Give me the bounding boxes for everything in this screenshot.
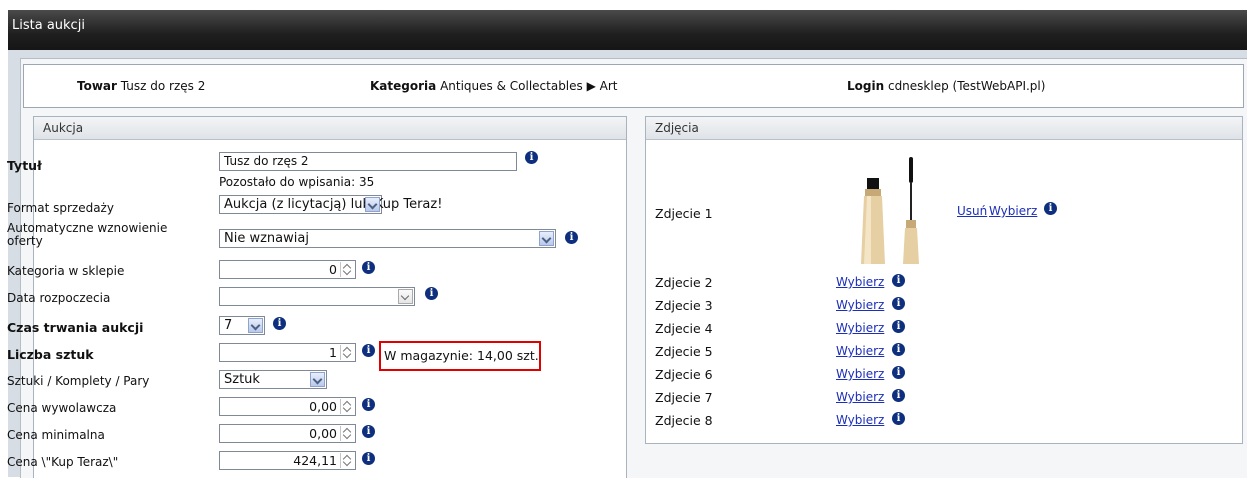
choose-photo-4-link[interactable]: Wybierz xyxy=(836,321,884,335)
window-title: Lista aukcji xyxy=(12,18,85,33)
choose-photo-6-link[interactable]: Wybierz xyxy=(836,367,884,381)
spinner-arrows-icon[interactable] xyxy=(340,426,354,441)
spinner-arrows-icon[interactable] xyxy=(340,453,354,468)
kategoria-sklep-label: Kategoria w sklepie xyxy=(7,264,125,278)
data-rozpoczecia-label: Data rozpoczecia xyxy=(7,291,111,305)
choose-photo-7-link[interactable]: Wybierz xyxy=(836,390,884,404)
sztuki-select[interactable]: Sztuk xyxy=(219,370,327,389)
data-rozpoczecia-select[interactable] xyxy=(219,287,415,306)
chevron-down-icon xyxy=(398,289,413,304)
wznowienie-select[interactable]: Nie wznawiaj xyxy=(219,229,556,248)
liczba-sztuk-stepper[interactable]: 1 xyxy=(219,343,356,362)
login-info: Login cdnesklep (TestWebAPI.pl) xyxy=(847,79,1046,93)
tytul-label: Tytuł xyxy=(7,158,42,173)
photo-label-4: Zdjecie 4 xyxy=(655,321,713,336)
summary-header: Towar Tusz do rzęs 2 Kategoria Antiques … xyxy=(23,64,1244,108)
kategoria-sklep-stepper[interactable]: 0 xyxy=(219,260,356,279)
photo-label-8: Zdjecie 8 xyxy=(655,413,713,428)
info-icon[interactable]: i xyxy=(362,452,375,465)
wznowienie-label: Automatyczne wznowienie oferty xyxy=(7,221,168,248)
photo-label-6: Zdjecie 6 xyxy=(655,367,713,382)
spinner-arrows-icon[interactable] xyxy=(340,399,354,414)
choose-photo-8-link[interactable]: Wybierz xyxy=(836,413,884,427)
product-photo-mascara xyxy=(833,152,949,267)
cena-wywolawcza-stepper[interactable]: 0,00 xyxy=(219,397,356,416)
info-icon[interactable]: i xyxy=(362,398,375,411)
info-icon[interactable]: i xyxy=(892,412,905,425)
info-icon[interactable]: i xyxy=(892,320,905,333)
info-icon[interactable]: i xyxy=(892,366,905,379)
photo-label-3: Zdjecie 3 xyxy=(655,298,713,313)
remove-photo-1-link[interactable]: Usuń xyxy=(957,204,987,218)
photo-label-5: Zdjecie 5 xyxy=(655,344,713,359)
info-icon[interactable]: i xyxy=(892,297,905,310)
tytul-input[interactable]: Tusz do rzęs 2 xyxy=(219,152,517,171)
tytul-remaining-hint: Pozostało do wpisania: 35 xyxy=(219,175,375,189)
choose-photo-5-link[interactable]: Wybierz xyxy=(836,344,884,358)
chevron-down-icon xyxy=(248,318,263,333)
cena-minimalna-label: Cena minimalna xyxy=(7,428,105,442)
cena-kup-teraz-stepper[interactable]: 424,11 xyxy=(219,451,356,470)
cena-minimalna-stepper[interactable]: 0,00 xyxy=(219,424,356,443)
chevron-down-icon xyxy=(365,197,380,212)
chevron-down-icon xyxy=(539,231,554,246)
kategoria-info: Kategoria Antiques & Collectables ▶ Art xyxy=(370,79,618,93)
info-icon[interactable]: i xyxy=(525,151,538,164)
format-select[interactable]: Aukcja (z licytacją) lub Kup Teraz! xyxy=(219,195,442,214)
choose-photo-2-link[interactable]: Wybierz xyxy=(836,275,884,289)
photo-label-2: Zdjecie 2 xyxy=(655,275,713,290)
czas-trwania-select[interactable]: 7 xyxy=(219,316,265,335)
window-title-bar: Lista aukcji xyxy=(8,10,1247,50)
cena-kup-teraz-label: Cena \"Kup Teraz\" xyxy=(7,455,119,469)
info-icon[interactable]: i xyxy=(565,231,578,244)
sztuki-label: Sztuki / Komplety / Pary xyxy=(7,374,150,388)
czas-trwania-label: Czas trwania aukcji xyxy=(7,320,144,335)
info-icon[interactable]: i xyxy=(362,344,375,357)
info-icon[interactable]: i xyxy=(362,425,375,438)
spinner-arrows-icon[interactable] xyxy=(340,345,354,360)
cena-wywolawcza-label: Cena wywolawcza xyxy=(7,401,117,415)
info-icon[interactable]: i xyxy=(892,274,905,287)
choose-photo-3-link[interactable]: Wybierz xyxy=(836,298,884,312)
info-icon[interactable]: i xyxy=(1044,202,1057,215)
info-icon[interactable]: i xyxy=(362,261,375,274)
spinner-arrows-icon[interactable] xyxy=(340,262,354,277)
format-label: Format sprzedaży xyxy=(7,201,114,215)
info-icon[interactable]: i xyxy=(892,389,905,402)
aukcja-panel-title: Aukcja xyxy=(34,117,626,140)
towar-info: Towar Tusz do rzęs 2 xyxy=(77,79,206,93)
choose-photo-1-link[interactable]: Wybierz xyxy=(989,204,1037,218)
info-icon[interactable]: i xyxy=(425,287,438,300)
photo-label-7: Zdjecie 7 xyxy=(655,390,713,405)
info-icon[interactable]: i xyxy=(892,343,905,356)
stock-quantity-text: W magazynie: 14,00 szt. xyxy=(384,348,539,363)
info-icon[interactable]: i xyxy=(273,317,286,330)
liczba-sztuk-label: Liczba sztuk xyxy=(7,347,94,362)
chevron-down-icon xyxy=(310,372,325,387)
photo-label-1: Zdjecie 1 xyxy=(655,206,713,221)
zdjecia-panel-title: Zdjęcia xyxy=(646,117,1242,140)
stock-highlight-box: W magazynie: 14,00 szt. xyxy=(379,341,541,371)
